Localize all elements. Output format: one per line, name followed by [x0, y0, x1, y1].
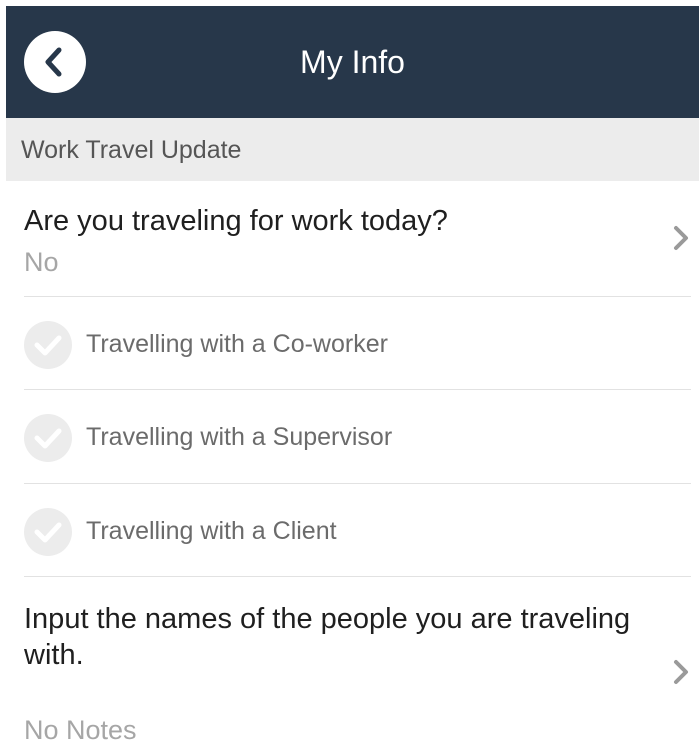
app-header: My Info	[6, 6, 699, 118]
page-title: My Info	[300, 44, 405, 80]
option-label: Travelling with a Co-worker	[86, 330, 388, 358]
checkbox-coworker[interactable]	[24, 321, 72, 369]
check-icon	[34, 428, 62, 449]
notes-value: No Notes	[24, 715, 137, 745]
travel-question-row[interactable]: Are you traveling for work today? No	[0, 181, 699, 297]
travel-question-value: No	[24, 247, 59, 277]
option-label: Travelling with a Supervisor	[86, 423, 393, 451]
checkbox-supervisor[interactable]	[24, 414, 72, 462]
travel-question-title: Are you traveling for work today?	[24, 205, 448, 237]
chevron-right-icon	[674, 660, 688, 684]
option-coworker-row[interactable]: Travelling with a Co-worker	[0, 297, 699, 390]
check-icon	[34, 522, 62, 543]
option-supervisor-row[interactable]: Travelling with a Supervisor	[0, 390, 699, 484]
chevron-right-icon	[674, 226, 688, 250]
option-label: Travelling with a Client	[86, 517, 337, 545]
checkbox-client[interactable]	[24, 508, 72, 556]
section-header: Work Travel Update	[6, 118, 699, 181]
option-client-row[interactable]: Travelling with a Client	[0, 484, 699, 577]
section-label: Work Travel Update	[21, 136, 242, 164]
check-icon	[34, 335, 62, 356]
notes-row[interactable]: Input the names of the people you are tr…	[0, 577, 699, 754]
notes-title: Input the names of the people you are tr…	[24, 603, 631, 671]
